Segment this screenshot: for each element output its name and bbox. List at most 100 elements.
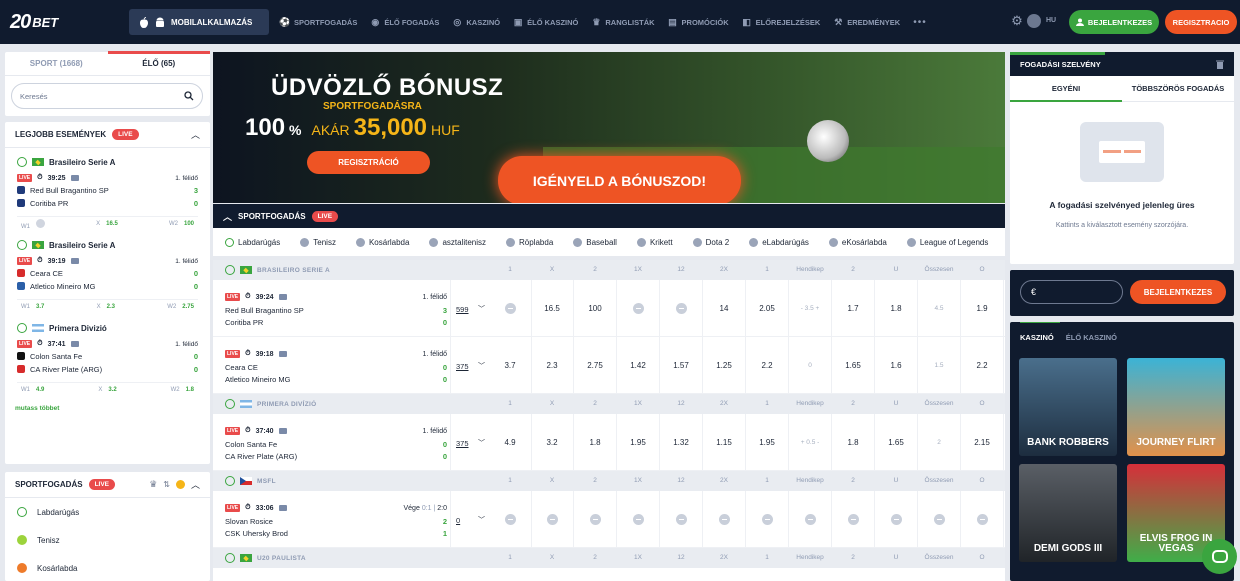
league-header-row[interactable]: MSFL 1 X 2 1X 12 2X 1 Hendikep 2 U Összesen O bbox=[213, 471, 1005, 491]
odd-cell[interactable] bbox=[962, 491, 1002, 548]
odd-w1[interactable]: W1 3.7 bbox=[21, 304, 44, 310]
nav-promociok[interactable]: ▤ PROMÓCIÓK bbox=[668, 17, 728, 27]
league-header-row[interactable]: U20 PAULISTA 1 X 2 1X 12 2X 1 Hendikep 2 U Összesen… bbox=[213, 548, 1005, 568]
sport-filter-item[interactable]: Krikett bbox=[636, 237, 673, 247]
chat-button[interactable] bbox=[1202, 539, 1237, 574]
odd-cell[interactable]: 1.42 bbox=[618, 337, 658, 394]
odd-cell[interactable]: 1.8 bbox=[876, 280, 916, 337]
banner-register-button[interactable]: REGISZTRÁCIÓ bbox=[307, 151, 430, 174]
stake-input[interactable]: € bbox=[1020, 280, 1123, 304]
sport-item-tenisz[interactable]: Tenisz bbox=[5, 526, 210, 554]
chevron-down-icon[interactable]: ﹀ bbox=[478, 438, 485, 448]
globe-icon[interactable] bbox=[1027, 14, 1041, 28]
nav-ranglistak[interactable]: ♛ RANGLISTÁK bbox=[591, 17, 654, 27]
odd-cell[interactable] bbox=[747, 491, 787, 548]
sports-section-header[interactable]: ︿ SPORTFOGADÁS LIVE bbox=[213, 204, 1005, 228]
odd-w2[interactable]: W2 1.8 bbox=[171, 387, 194, 393]
odd-cell[interactable]: 2.2 bbox=[962, 337, 1002, 394]
logo[interactable]: 20 BET bbox=[0, 0, 110, 44]
welcome-bonus-banner[interactable]: ÜDVÖZLŐ BÓNUSZ SPORTFOGADÁSRA 100% AKÁR … bbox=[213, 52, 1005, 203]
tv-icon[interactable] bbox=[70, 341, 79, 347]
tab-casino[interactable]: KASZINÓ bbox=[1020, 322, 1060, 342]
odd-cell[interactable]: 1.65 bbox=[833, 337, 873, 394]
nav-elo-fogadas[interactable]: ◉ ÉLŐ FOGADÁS bbox=[370, 17, 439, 27]
odd-cell[interactable]: 3.7 bbox=[490, 337, 530, 394]
match-row[interactable]: LIVE ⏱ 33:06 Vége 0:1 | 2:0 Slovan Rosice 2 CS… bbox=[213, 491, 1005, 548]
odd-cell[interactable] bbox=[833, 491, 873, 548]
chevron-up-icon[interactable]: ︿ bbox=[191, 478, 200, 491]
odd-cell[interactable]: + 0.5 - bbox=[790, 414, 830, 471]
top-events-header[interactable]: LEGJOBB ESEMÉNYEK LIVE ︿ bbox=[5, 122, 210, 148]
sport-filter-item[interactable]: Dota 2 bbox=[692, 237, 729, 247]
odd-cell[interactable]: 1.25 bbox=[704, 337, 744, 394]
search-input[interactable] bbox=[20, 91, 170, 101]
more-markets-link[interactable]: 375 bbox=[456, 439, 469, 448]
chevron-down-icon[interactable]: ﹀ bbox=[478, 515, 485, 525]
sport-filter-item[interactable]: asztalitenisz bbox=[429, 237, 486, 247]
league-header-row[interactable]: PRIMERA DIVÍZIÓ 1 X 2 1X 12 2X 1 Hendikep 2 U Össze… bbox=[213, 394, 1005, 414]
nav-eredmenyek[interactable]: ⚒ EREDMÉNYEK bbox=[833, 17, 900, 27]
sport-filter-item[interactable]: Labdarúgás bbox=[225, 237, 280, 247]
odd-cell[interactable]: 3.2 bbox=[532, 414, 572, 471]
odd-cell[interactable]: - 3.5 + bbox=[790, 280, 830, 337]
odd-cell[interactable] bbox=[661, 280, 701, 337]
odd-cell[interactable] bbox=[618, 491, 658, 548]
bet-slip-login-button[interactable]: BEJELENTKEZES bbox=[1130, 280, 1226, 304]
odd-cell[interactable]: 2.2 bbox=[747, 337, 787, 394]
odd-cell[interactable]: 2 bbox=[919, 414, 959, 471]
show-more-link[interactable]: mutass többet bbox=[5, 397, 210, 420]
match-row[interactable]: LIVE ⏱ 39:24 1. félidő Red Bull Bragantino S… bbox=[213, 280, 1005, 337]
claim-bonus-button[interactable]: IGÉNYELD A BÓNUSZOD! bbox=[498, 156, 741, 203]
sport-filter-item[interactable]: League of Legends bbox=[906, 237, 988, 247]
search-icon[interactable] bbox=[184, 91, 194, 101]
match-row[interactable]: LIVE ⏱ 37:40 1. félidő Colon Santa Fe 0 CA Riv… bbox=[213, 414, 1005, 471]
odd-x[interactable]: X 2.3 bbox=[97, 304, 115, 310]
chevron-up-icon[interactable]: ︿ bbox=[223, 210, 232, 223]
odd-w1[interactable]: W1 bbox=[21, 218, 45, 230]
gear-icon[interactable]: ⚙ bbox=[1010, 13, 1024, 28]
odd-w2[interactable]: W2 2.75 bbox=[167, 304, 194, 310]
odd-cell[interactable] bbox=[790, 491, 830, 548]
top-event-card[interactable]: Primera Divizió LIVE ⏱ 37:41 1. félidő Colon … bbox=[5, 314, 210, 397]
odd-cell[interactable]: 2.75 bbox=[575, 337, 615, 394]
language-selector[interactable]: HU bbox=[1046, 17, 1056, 24]
odd-w1[interactable]: W1 4.9 bbox=[21, 387, 44, 393]
tab-sport[interactable]: SPORT (1668) bbox=[5, 52, 108, 75]
odd-cell[interactable]: 4.9 bbox=[490, 414, 530, 471]
odd-cell[interactable] bbox=[575, 491, 615, 548]
odd-x[interactable]: X 16.5 bbox=[96, 221, 118, 227]
odd-cell[interactable]: 100 bbox=[575, 280, 615, 337]
odd-cell[interactable]: 1.7 bbox=[833, 280, 873, 337]
game-tile-bank-robbers[interactable]: BANK ROBBERS bbox=[1019, 358, 1117, 456]
odd-cell[interactable]: 1.57 bbox=[661, 337, 701, 394]
sport-item-kosarlabda[interactable]: Kosárlabda bbox=[5, 554, 210, 581]
sport-filter-item[interactable]: eKosárlabda bbox=[828, 237, 887, 247]
odd-cell[interactable]: 1.8 bbox=[575, 414, 615, 471]
tab-live-casino[interactable]: ÉLŐ KASZINÓ bbox=[1066, 333, 1117, 342]
odd-cell[interactable]: 4.5 bbox=[919, 280, 959, 337]
tv-icon[interactable] bbox=[278, 294, 287, 300]
chevron-down-icon[interactable]: ﹀ bbox=[478, 361, 485, 371]
odd-cell[interactable] bbox=[490, 280, 530, 337]
nav-kaszino[interactable]: ◎ KASZINÓ bbox=[452, 17, 500, 27]
tv-icon[interactable] bbox=[278, 505, 287, 511]
match-row[interactable]: LIVE ⏱ 39:18 1. félidő Ceara CE 0 Atletico Min… bbox=[213, 337, 1005, 394]
odd-cell[interactable] bbox=[532, 491, 572, 548]
tab-multiple[interactable]: TÖBBSZÖRÖS FOGADÁS bbox=[1122, 76, 1234, 101]
mobile-app-button[interactable]: MOBILALKALMAZÁS bbox=[129, 9, 269, 35]
odd-cell[interactable]: 1.9 bbox=[962, 280, 1002, 337]
trophy-icon[interactable]: ♛ bbox=[149, 479, 157, 490]
sports-panel-header[interactable]: SPORTFOGADÁS LIVE ♛ ⇅ ︿ bbox=[5, 472, 210, 498]
odd-cell[interactable] bbox=[876, 491, 916, 548]
more-markets-link[interactable]: 375 bbox=[456, 362, 469, 371]
odd-cell[interactable]: 1.15 bbox=[704, 414, 744, 471]
tv-icon[interactable] bbox=[278, 428, 287, 434]
top-event-card[interactable]: Brasileiro Serie A LIVE ⏱ 39:25 1. félidő Red… bbox=[5, 148, 210, 231]
odd-cell[interactable]: 0 bbox=[790, 337, 830, 394]
sport-filter-item[interactable]: Kosárlabda bbox=[355, 237, 409, 247]
odd-x[interactable]: X 3.2 bbox=[98, 387, 116, 393]
more-markets-link[interactable]: 599 bbox=[456, 305, 469, 314]
chevron-up-icon[interactable]: ︿ bbox=[191, 128, 200, 141]
tv-icon[interactable] bbox=[278, 351, 287, 357]
odd-cell[interactable]: 2.15 bbox=[962, 414, 1002, 471]
